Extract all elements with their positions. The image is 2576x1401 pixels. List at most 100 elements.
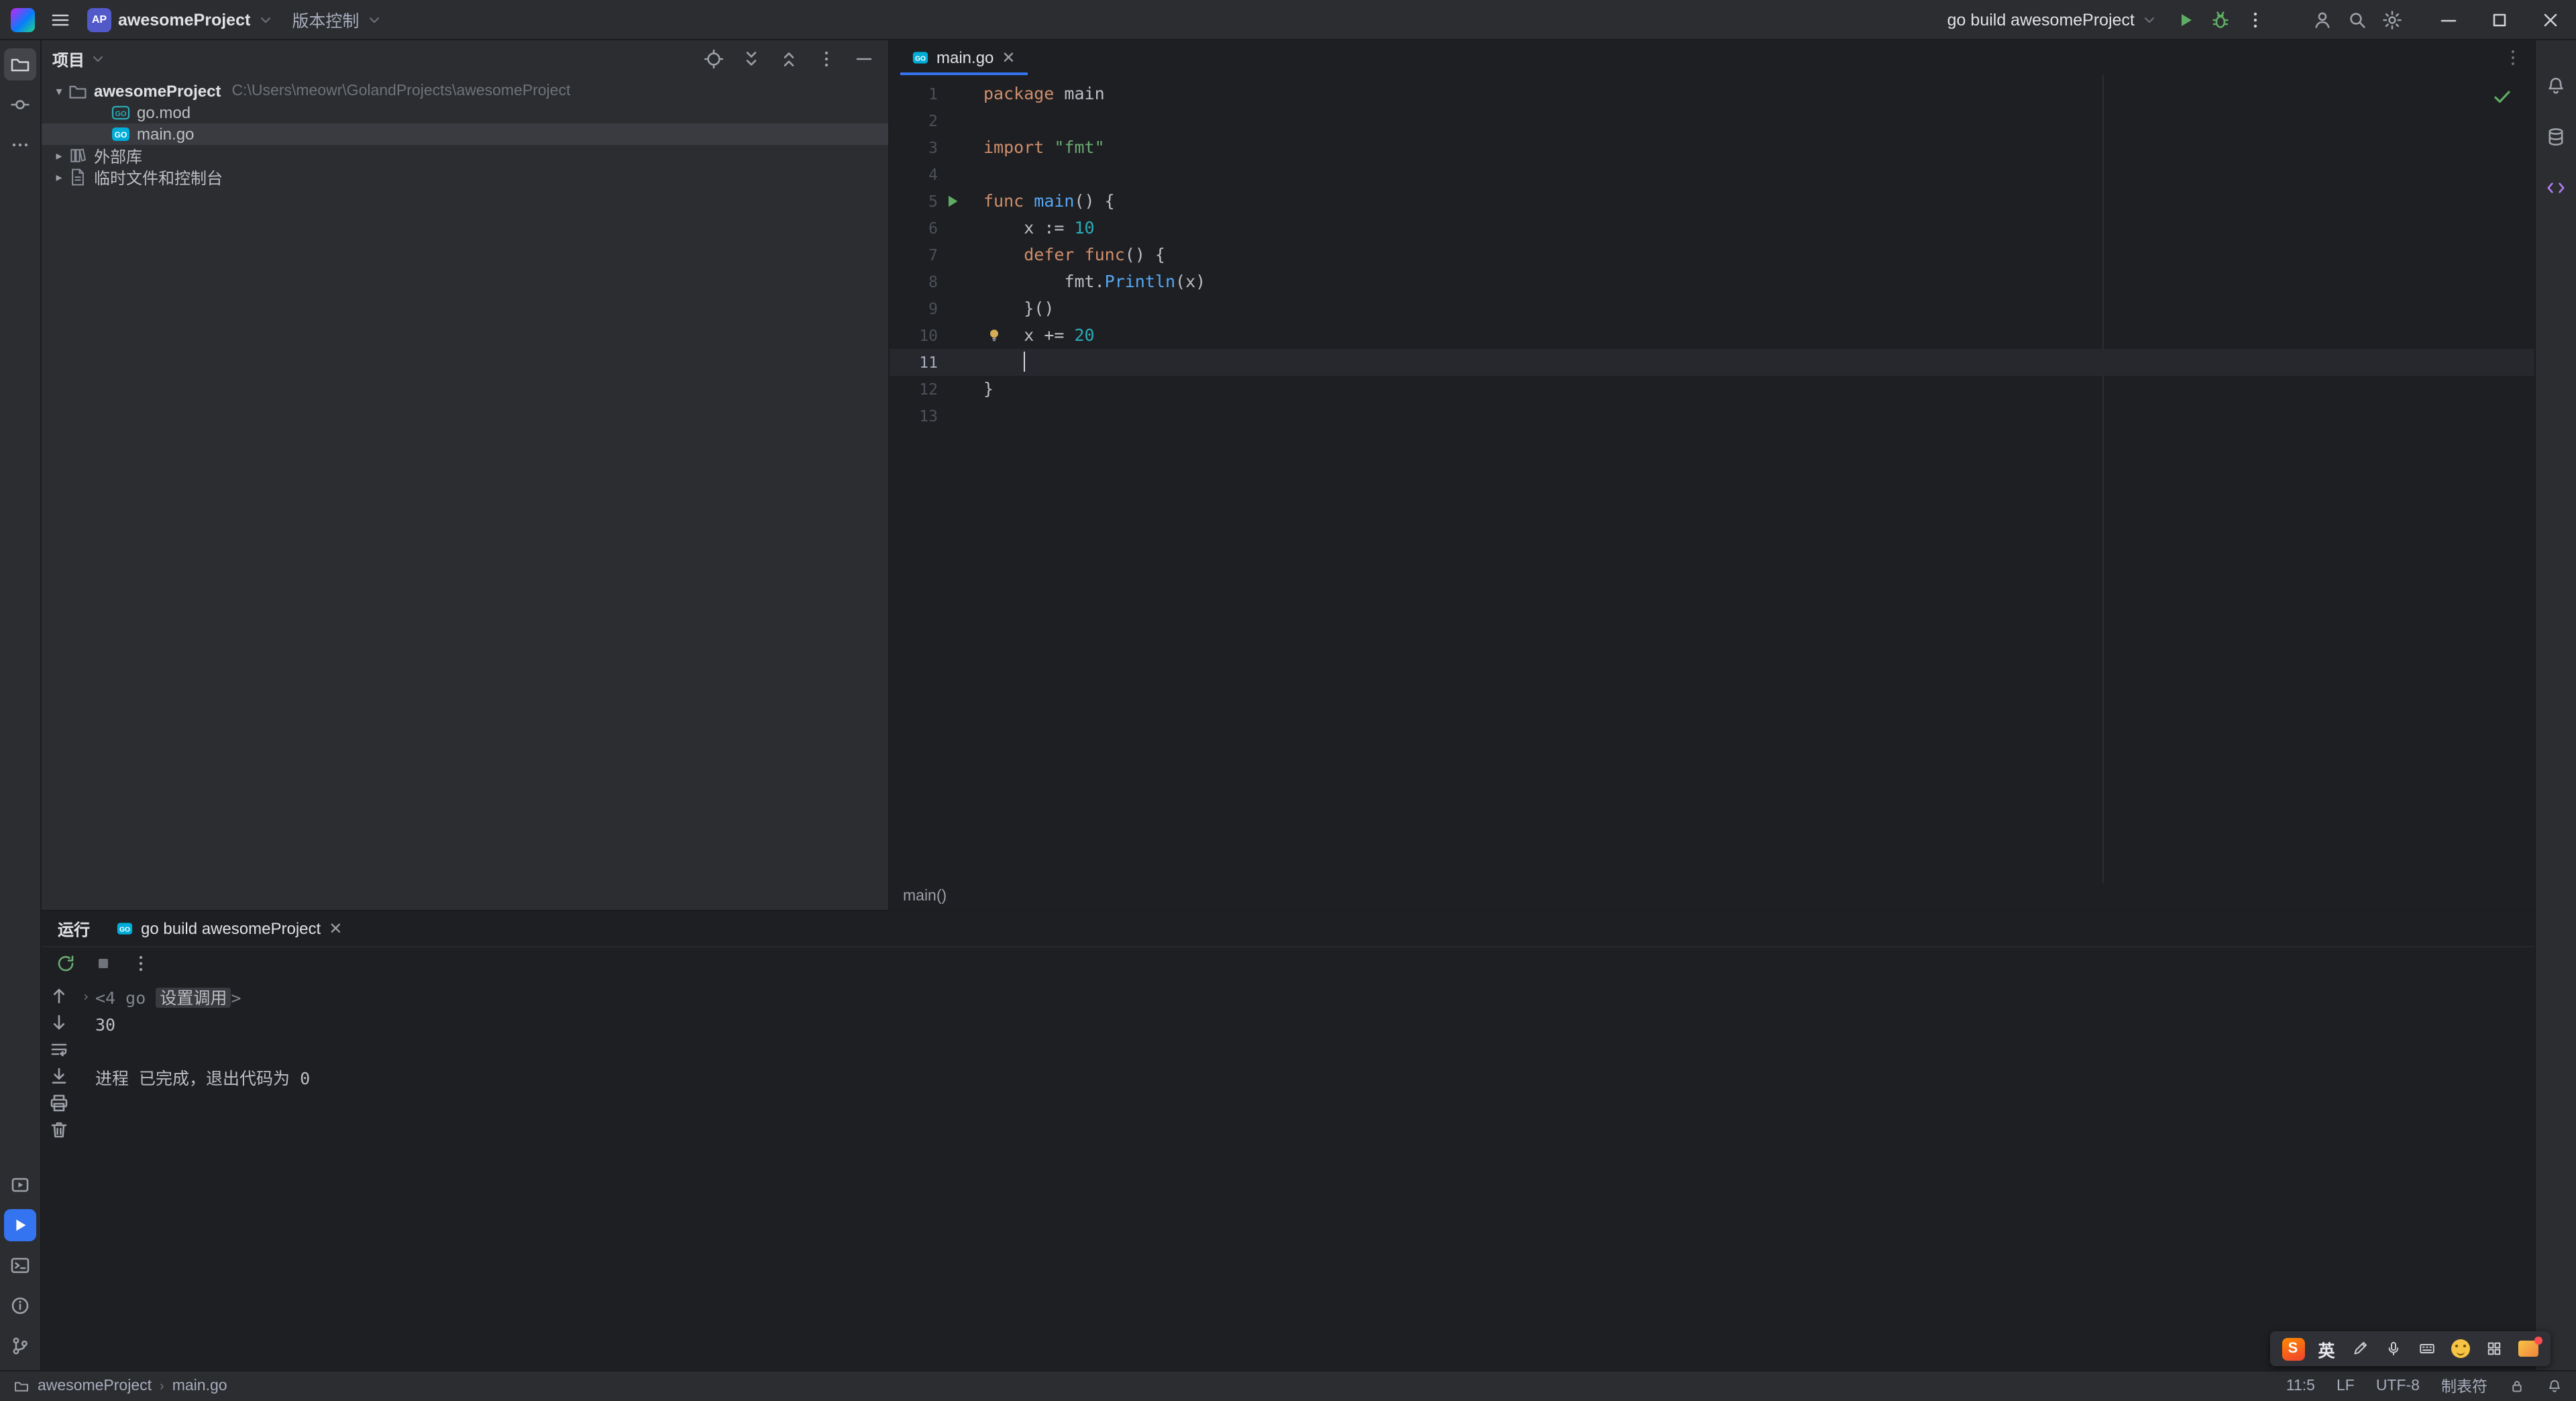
search-everywhere-button[interactable] — [2340, 3, 2375, 36]
status-crumb-project[interactable]: awesomeProject — [38, 1378, 152, 1394]
vcs-toolwindow-button[interactable] — [4, 1330, 36, 1362]
more-actions-button[interactable] — [2238, 3, 2273, 36]
window-close-button[interactable] — [2525, 0, 2576, 40]
tree-item--[interactable]: ▸ 外部库 — [42, 145, 888, 166]
indent-widget[interactable]: 制表符 — [2441, 1376, 2487, 1397]
code-line-1[interactable]: 1 package main — [890, 81, 2534, 107]
fold-setup-calls[interactable]: 设置调用 — [156, 988, 231, 1008]
rerun-icon[interactable] — [55, 953, 76, 974]
project-toolwindow-button[interactable] — [4, 48, 36, 81]
project-mini-icon — [15, 1382, 28, 1392]
scroll-to-end-icon[interactable] — [48, 1066, 70, 1087]
sogou-logo-icon[interactable]: S — [2279, 1335, 2306, 1362]
code-line-10[interactable]: 10 x += 20 — [890, 322, 2534, 349]
virtual-keyboard-icon[interactable] — [2414, 1335, 2440, 1362]
project-panel-title[interactable]: 项目 — [52, 48, 85, 70]
terminal-toolwindow-button[interactable] — [4, 1249, 36, 1282]
code-text — [967, 349, 1026, 376]
gutter-spacer — [938, 295, 967, 322]
code-with-me-button[interactable] — [2305, 3, 2340, 36]
project-widget-label: awesomeProject — [118, 10, 251, 29]
console-line-2: 30 — [76, 1012, 2534, 1039]
clear-console-icon[interactable] — [48, 1119, 70, 1141]
line-number: 11 — [919, 353, 938, 372]
soft-wrap-icon[interactable] — [48, 1039, 70, 1060]
lock-icon[interactable] — [2509, 1378, 2525, 1394]
breadcrumb-item[interactable]: main() — [903, 888, 947, 904]
tree-item-main.go[interactable]: GO main.go — [42, 123, 888, 145]
main-menu-button[interactable] — [43, 3, 78, 36]
up-stacktrace-icon[interactable] — [48, 985, 70, 1006]
handwriting-icon[interactable] — [2347, 1335, 2373, 1362]
notification-bell-icon[interactable] — [2546, 1378, 2563, 1394]
code-line-7[interactable]: 7 defer func() { — [890, 242, 2534, 268]
code-line-5[interactable]: 5 func main() { — [890, 188, 2534, 215]
collapse-all-icon[interactable] — [778, 48, 800, 70]
code-line-8[interactable]: 8 fmt.Println(x) — [890, 268, 2534, 295]
tree-item--[interactable]: ▸ 临时文件和控制台 — [42, 166, 888, 188]
run-tab-close-icon[interactable]: ✕ — [329, 919, 342, 938]
run-button[interactable] — [2168, 3, 2203, 36]
line-separator-widget[interactable]: LF — [2337, 1378, 2355, 1394]
chevron-right-icon[interactable]: ▸ — [50, 145, 68, 166]
ime-toolbox-icon[interactable] — [2514, 1335, 2542, 1362]
tab-options-button[interactable] — [2502, 47, 2524, 68]
expand-all-icon[interactable] — [741, 48, 762, 70]
database-button[interactable] — [2540, 121, 2572, 153]
console-options-icon[interactable] — [130, 953, 152, 974]
code-line-6[interactable]: 6 x := 10 — [890, 215, 2534, 242]
project-widget[interactable]: AP awesomeProject — [78, 3, 282, 36]
debug-button[interactable] — [2203, 3, 2238, 36]
titlebar: AP awesomeProject 版本控制 go build awesomeP… — [0, 0, 2576, 40]
tree-item-go.mod[interactable]: GO go.mod — [42, 102, 888, 123]
down-stacktrace-icon[interactable] — [48, 1012, 70, 1033]
chevron-right-icon[interactable]: ▸ — [50, 166, 68, 188]
vcs-widget[interactable]: 版本控制 — [282, 3, 391, 36]
commit-toolwindow-button[interactable] — [4, 89, 36, 121]
code-line-4[interactable]: 4 — [890, 161, 2534, 188]
hide-panel-icon[interactable] — [853, 48, 875, 70]
chevron-down-icon[interactable] — [90, 51, 106, 67]
code-line-13[interactable]: 13 — [890, 403, 2534, 429]
ime-menu-grid-icon[interactable] — [2481, 1335, 2508, 1362]
fold-expander-icon[interactable]: › — [76, 985, 95, 1012]
stop-icon[interactable] — [93, 953, 114, 974]
problems-toolwindow-button[interactable] — [4, 1290, 36, 1322]
tree-item-awesomeProject[interactable]: ▾ awesomeProject C:\Users\meowr\GolandProj… — [42, 81, 888, 102]
run-configuration-selector[interactable]: go build awesomeProject — [1937, 3, 2168, 36]
voice-input-icon[interactable] — [2380, 1335, 2407, 1362]
chevron-down-icon[interactable]: ▾ — [50, 81, 68, 102]
console-output[interactable]: › <4 go 设置调用 >30 进程 已完成，退出代码为 0 — [76, 980, 2534, 1370]
run-toolwindow-button[interactable] — [4, 1209, 36, 1241]
run-panel-title[interactable]: 运行 — [58, 917, 90, 940]
emoji-picker-icon[interactable] — [2447, 1335, 2474, 1362]
ai-assistant-button[interactable] — [2540, 172, 2572, 204]
run-gutter-icon[interactable] — [938, 188, 967, 215]
select-opened-file-icon[interactable] — [703, 48, 724, 70]
status-crumb-file[interactable]: main.go — [172, 1378, 227, 1394]
editor-tab-main-go[interactable]: GO main.go ✕ — [900, 40, 1028, 75]
window-maximize-button[interactable] — [2474, 0, 2525, 40]
panel-options-icon[interactable] — [816, 48, 837, 70]
more-toolwindows-button[interactable] — [4, 129, 36, 161]
notifications-button[interactable] — [2540, 70, 2572, 102]
code-line-11[interactable]: 11 — [890, 349, 2534, 376]
code-editor[interactable]: 1 package main 2 3 import "fmt" 4 5 func main()… — [890, 75, 2534, 883]
code-line-9[interactable]: 9 }() — [890, 295, 2534, 322]
run-tab-go-build[interactable]: GO go build awesomeProject ✕ — [111, 911, 347, 946]
caret-position-widget[interactable]: 11:5 — [2286, 1378, 2315, 1394]
print-icon[interactable] — [48, 1092, 70, 1114]
code-line-12[interactable]: 12} — [890, 376, 2534, 403]
status-breadcrumb[interactable]: awesomeProject › main.go — [13, 1378, 227, 1394]
code-line-3[interactable]: 3 import "fmt" — [890, 134, 2534, 161]
encoding-widget[interactable]: UTF-8 — [2376, 1378, 2420, 1394]
editor-breadcrumbs[interactable]: main() — [890, 883, 2534, 910]
intention-bulb-icon[interactable] — [986, 327, 1002, 344]
project-panel: 项目 ▾ awesomeProject C:\Users\meowr\GolandP… — [42, 40, 890, 910]
services-toolwindow-button[interactable] — [4, 1169, 36, 1201]
window-minimize-button[interactable] — [2423, 0, 2474, 40]
tab-close-icon[interactable]: ✕ — [1002, 50, 1015, 66]
code-line-2[interactable]: 2 — [890, 107, 2534, 134]
ime-language-mode[interactable]: 英 — [2313, 1335, 2340, 1362]
settings-button[interactable] — [2375, 3, 2410, 36]
